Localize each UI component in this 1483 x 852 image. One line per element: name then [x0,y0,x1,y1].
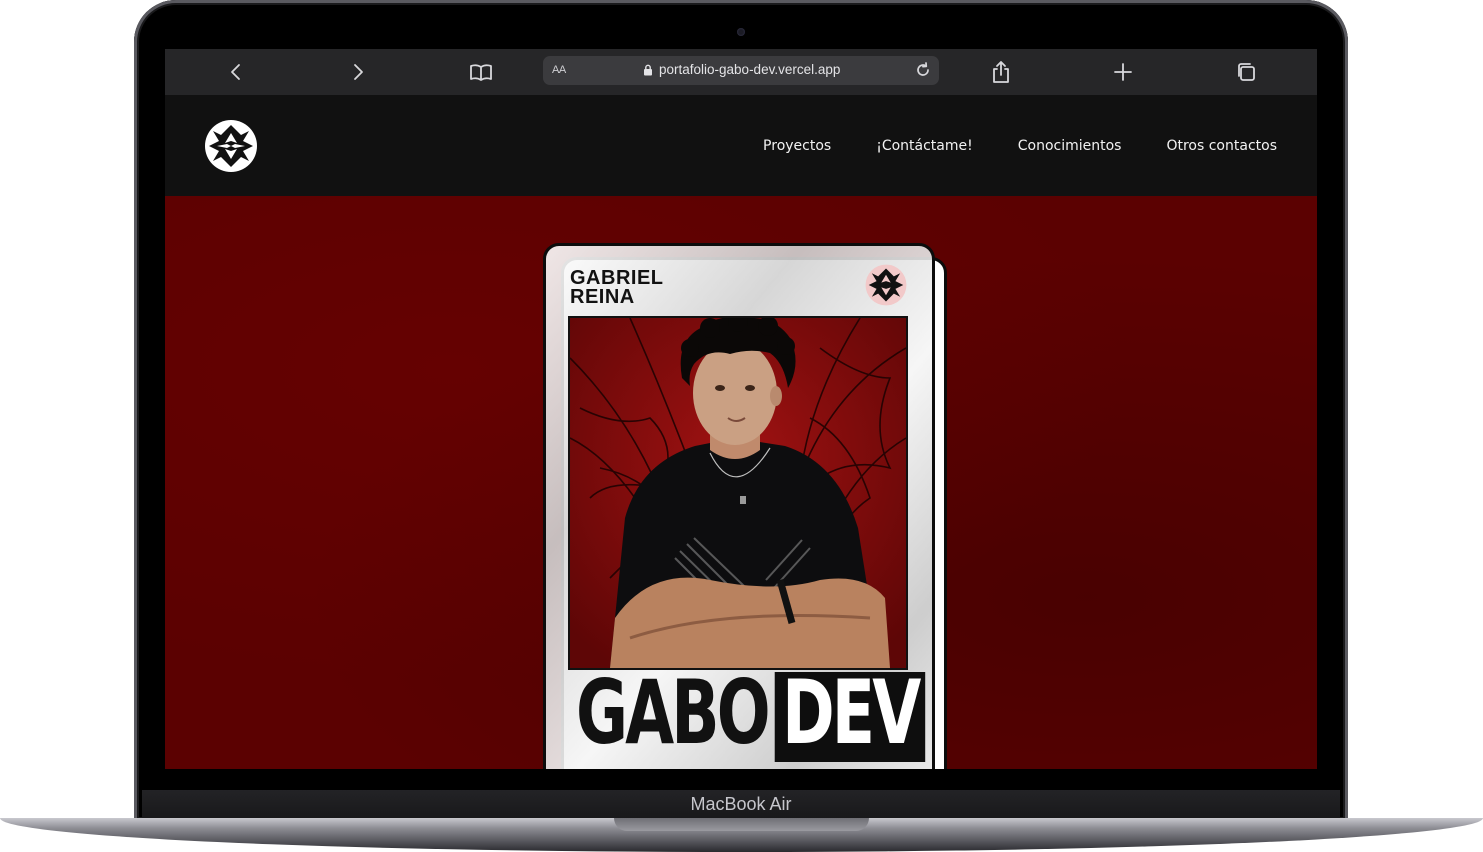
card-name: GABRIEL REINA [570,268,664,308]
url-text: portafolio-gabo-dev.vercel.app [659,62,841,77]
book-icon[interactable] [466,58,496,86]
browser-toolbar: AA portafolio-gabo-dev.vercel.app [165,49,1317,95]
nav-links: Proyectos ¡Contáctame! Conocimientos Otr… [763,95,1277,196]
profile-photo [568,316,908,670]
camera-icon [737,28,745,36]
profile-card: GABRIEL REINA GABO DEV [543,243,935,769]
nav-link-conocimientos[interactable]: Conocimientos [1018,138,1122,154]
plus-icon[interactable] [1108,58,1138,86]
laptop-notch [614,818,869,831]
forward-icon[interactable] [343,58,373,86]
tabs-icon[interactable] [1231,58,1261,86]
nav-link-proyectos[interactable]: Proyectos [763,138,831,154]
spider-logo-icon[interactable] [203,117,259,175]
reader-aa-button[interactable]: AA [552,64,566,76]
back-icon[interactable] [221,58,251,86]
url-display[interactable]: portafolio-gabo-dev.vercel.app [643,62,840,77]
hero-section: GABRIEL REINA GABO DEV [165,196,1317,769]
site-header: Proyectos ¡Contáctame! Conocimientos Otr… [165,95,1317,196]
lock-icon [644,64,652,75]
address-bar[interactable]: AA portafolio-gabo-dev.vercel.app [543,56,939,85]
share-icon[interactable] [986,58,1016,86]
nav-link-contactame[interactable]: ¡Contáctame! [876,138,973,154]
card-last-name: REINA [570,286,635,308]
card-spider-logo-icon [865,264,907,306]
device-model-label: MacBook Air [690,794,792,814]
hero-title-gabo: GABO [576,661,771,764]
laptop-chin: MacBook Air [142,790,1340,820]
reload-icon[interactable] [913,60,933,80]
hero-title-dev: DEV [774,669,926,762]
browser-screen: AA portafolio-gabo-dev.vercel.app Proyec… [165,49,1317,769]
hero-title: GABO DEV [576,661,926,764]
nav-link-otros-contactos[interactable]: Otros contactos [1166,138,1277,154]
